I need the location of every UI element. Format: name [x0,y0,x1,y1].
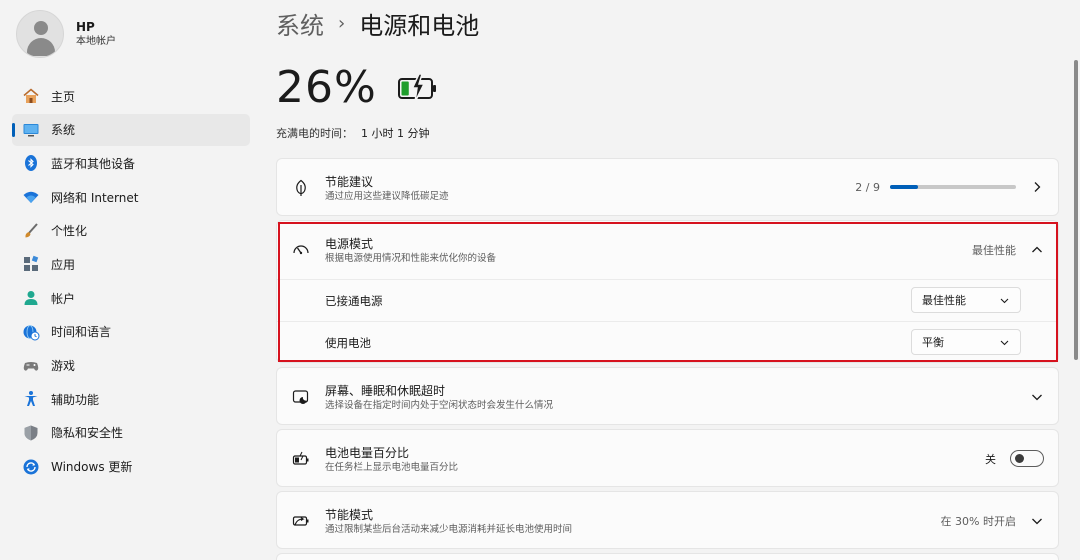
sidebar-item-label: 隐私和安全性 [51,426,124,441]
screen-sleep-title: 屏幕、睡眠和休眠超时 [325,384,446,398]
nav-list: 主页 系统 蓝牙和其他设备 网络和 Internet 个性化 应用 帐户 时间和… [12,80,250,484]
account-icon [22,289,40,307]
sidebar-item-label: 游戏 [51,359,76,373]
sidebar-item-label: 应用 [51,257,76,272]
battery-percentage-subtitle: 在任务栏上显示电池电量百分比 [325,462,459,473]
update-icon [22,458,40,476]
charge-time-value: 1 小时 1 分钟 [361,127,430,140]
breadcrumb-parent[interactable]: 系统 [276,6,324,41]
screen-sleep-icon [291,387,311,407]
avatar [16,10,64,58]
plugged-in-power-mode-dropdown[interactable]: 最佳性能 [911,287,1021,313]
brush-icon [22,222,40,240]
sidebar-item-gaming[interactable]: 游戏 [12,350,250,382]
accessibility-icon [22,390,40,408]
charge-time: 充满电的时间： 1 小时 1 分钟 [276,125,430,141]
sidebar-item-label: Windows 更新 [51,460,133,475]
sidebar-item-windows-update[interactable]: Windows 更新 [12,451,250,483]
chevron-right-icon [1034,182,1041,192]
sidebar-item-label: 时间和语言 [51,325,112,340]
plugged-in-selected-value: 最佳性能 [922,294,966,307]
sidebar: HP 本地帐户 主页 系统 蓝牙和其他设备 网络和 Internet 个性化 应… [0,0,262,560]
on-battery-label: 使用电池 [325,336,371,350]
power-mode-plugged-in-row: 已接通电源 最佳性能 [277,279,1058,321]
sidebar-item-apps[interactable]: 应用 [12,248,250,280]
sidebar-item-personalization[interactable]: 个性化 [12,215,250,247]
sidebar-item-privacy[interactable]: 隐私和安全性 [12,417,250,449]
battery-percentage-card: 电池电量百分比 在任务栏上显示电池电量百分比 关 [276,429,1059,487]
gamepad-icon [22,357,40,375]
battery-percentage-toggle[interactable] [1010,450,1044,467]
battery-saver-subtitle: 通过限制某些后台活动来减少电源消耗并延长电池使用时间 [325,524,573,535]
sidebar-item-label: 系统 [51,123,76,138]
chevron-down-icon [1000,298,1009,304]
sidebar-item-network[interactable]: 网络和 Internet [12,181,250,213]
sidebar-item-system[interactable]: 系统 [12,113,250,146]
sidebar-item-label: 个性化 [51,224,88,239]
energy-recommendations-title: 节能建议 [325,175,374,189]
chevron-down-icon [1032,394,1042,401]
bluetooth-icon [22,154,40,172]
power-mode-current-value: 最佳性能 [972,244,1016,257]
apps-icon [22,255,40,273]
user-name: HP [76,20,95,34]
sidebar-item-home[interactable]: 主页 [12,80,250,112]
wifi-icon [22,188,40,206]
screen-sleep-card[interactable]: 屏幕、睡眠和休眠超时 选择设备在指定时间内处于空闲状态时会发生什么情况 [276,367,1059,425]
power-mode-subtitle: 根据电源使用情况和性能来优化你的设备 [325,253,497,264]
power-mode-card: 电源模式 根据电源使用情况和性能来优化你的设备 最佳性能 已接通电源 最佳性能 … [276,220,1059,363]
chevron-up-icon[interactable] [1030,243,1044,257]
shield-icon [22,424,40,442]
page-title: 电源和电池 [359,12,480,40]
battery-percent: 26% [276,62,377,113]
toggle-state-label: 关 [985,452,996,466]
sidebar-item-label: 辅助功能 [51,392,100,407]
charge-time-label: 充满电的时间： [276,127,353,140]
sidebar-item-label: 蓝牙和其他设备 [51,156,136,171]
chevron-down-icon [1032,518,1042,525]
speedometer-icon [291,240,311,260]
plugged-in-label: 已接通电源 [325,294,383,308]
screen-sleep-subtitle: 选择设备在指定时间内处于空闲状态时会发生什么情况 [325,400,554,411]
energy-recommendations-subtitle: 通过应用这些建议降低碳足迹 [325,191,449,202]
sidebar-item-label: 网络和 Internet [51,190,139,205]
energy-recommendations-card[interactable]: 节能建议 通过应用这些建议降低碳足迹 2 / 9 [276,158,1059,216]
power-mode-title: 电源模式 [325,237,374,251]
on-battery-selected-value: 平衡 [922,336,944,349]
battery-saver-card[interactable]: 节能模式 通过限制某些后台活动来减少电源消耗并延长电池使用时间 在 30% 时开… [276,491,1059,549]
battery-saver-icon [291,511,311,531]
battery-summary: 26% [276,62,439,113]
recommendations-progress-bar [890,185,1016,189]
breadcrumb-separator: › [338,13,346,34]
battery-charging-icon [397,72,436,102]
power-mode-battery-row: 使用电池 平衡 [277,321,1058,363]
battery-percentage-title: 电池电量百分比 [325,446,410,460]
sidebar-item-accounts[interactable]: 帐户 [12,282,250,314]
chevron-down-icon [1000,340,1009,346]
power-mode-header[interactable]: 电源模式 根据电源使用情况和性能来优化你的设备 最佳性能 [277,221,1058,279]
battery-saver-status: 在 30% 时开启 [940,515,1016,528]
battery-saver-title: 节能模式 [325,508,374,522]
system-icon [22,121,40,139]
globe-clock-icon [22,323,40,341]
scrollbar[interactable] [1074,60,1078,360]
sidebar-item-bluetooth[interactable]: 蓝牙和其他设备 [12,147,250,179]
sidebar-item-time-language[interactable]: 时间和语言 [12,316,250,348]
leaf-icon [291,178,311,198]
next-settings-card [276,553,1059,560]
recommendations-count: 2 / 9 [855,180,880,194]
breadcrumb: 系统 › 电源和电池 [276,6,479,41]
sidebar-item-accessibility[interactable]: 辅助功能 [12,383,250,415]
sidebar-item-label: 主页 [51,89,76,104]
account-type: 本地帐户 [76,36,116,47]
sidebar-item-label: 帐户 [51,291,76,306]
home-icon [22,87,40,105]
user-profile[interactable]: HP 本地帐户 [16,10,116,58]
on-battery-power-mode-dropdown[interactable]: 平衡 [911,329,1021,355]
battery-percent-icon [291,449,311,469]
